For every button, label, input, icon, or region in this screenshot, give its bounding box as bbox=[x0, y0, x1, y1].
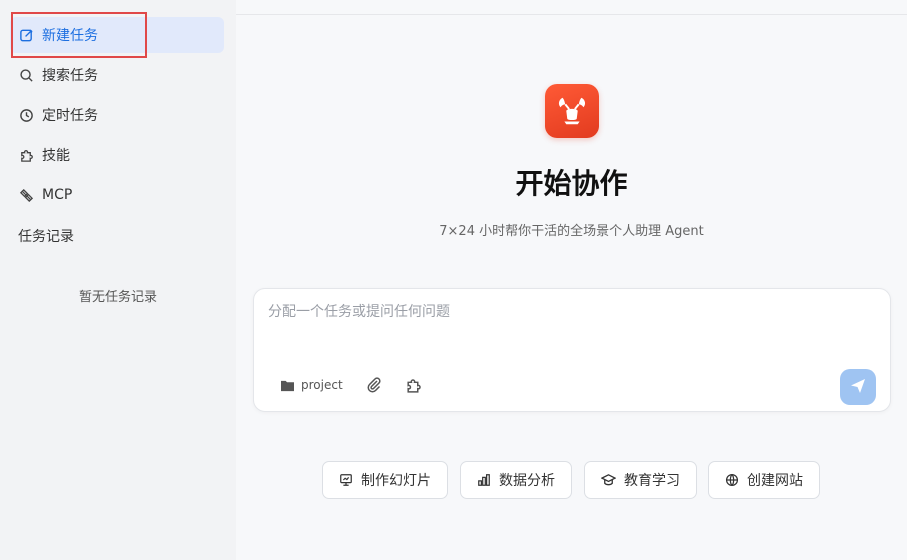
send-icon bbox=[849, 377, 867, 398]
plugin-button[interactable] bbox=[405, 375, 428, 395]
main-panel: 开始协作 7×24 小时帮你干活的全场景个人助理 Agent project bbox=[236, 0, 907, 560]
mcp-plug-icon bbox=[18, 187, 34, 203]
puzzle-icon bbox=[405, 377, 422, 394]
edit-icon bbox=[18, 27, 34, 43]
puzzle-icon bbox=[18, 147, 34, 163]
sidebar-item-new-task[interactable]: 新建任务 bbox=[10, 17, 224, 53]
clock-icon bbox=[18, 107, 34, 123]
history-title: 任务记录 bbox=[18, 229, 74, 245]
top-divider bbox=[236, 14, 907, 15]
quick-action-data-analysis[interactable]: 数据分析 bbox=[460, 461, 572, 499]
slides-icon bbox=[339, 473, 353, 487]
sidebar-item-label: 技能 bbox=[42, 148, 70, 164]
quick-action-education[interactable]: 教育学习 bbox=[584, 461, 697, 499]
project-selector[interactable]: project bbox=[280, 375, 343, 395]
paperclip-icon bbox=[366, 377, 382, 393]
search-icon bbox=[18, 67, 34, 83]
quick-action-website[interactable]: 创建网站 bbox=[708, 461, 820, 499]
empty-history-note: 暂无任务记录 bbox=[78, 290, 157, 305]
bar-chart-icon bbox=[477, 473, 491, 487]
chip-label: 创建网站 bbox=[747, 473, 803, 489]
globe-icon bbox=[725, 473, 739, 487]
chip-label: 教育学习 bbox=[624, 473, 680, 489]
sidebar-item-scheduled-task[interactable]: 定时任务 bbox=[10, 97, 224, 133]
task-composer: project bbox=[253, 288, 891, 412]
page-subtitle: 7×24 小时帮你干活的全场景个人助理 Agent bbox=[439, 224, 704, 239]
sidebar: 新建任务 搜索任务 定时任务 技能 MCP 任务记录 暂无任务记录 bbox=[0, 0, 236, 560]
app-window: 新建任务 搜索任务 定时任务 技能 MCP 任务记录 暂无任务记录 开始协作 7… bbox=[0, 0, 907, 560]
sidebar-item-label: MCP bbox=[42, 187, 73, 203]
project-label: project bbox=[301, 378, 343, 392]
send-button[interactable] bbox=[840, 369, 876, 405]
task-input[interactable] bbox=[268, 301, 868, 351]
chip-label: 制作幻灯片 bbox=[361, 473, 431, 489]
attach-button[interactable] bbox=[366, 375, 388, 395]
sidebar-item-mcp[interactable]: MCP bbox=[10, 177, 224, 213]
folder-icon bbox=[280, 379, 295, 392]
sidebar-item-label: 搜索任务 bbox=[42, 68, 98, 84]
page-title: 开始协作 bbox=[515, 167, 628, 200]
chip-label: 数据分析 bbox=[499, 473, 555, 489]
sidebar-item-label: 新建任务 bbox=[42, 28, 98, 44]
quick-action-slides[interactable]: 制作幻灯片 bbox=[322, 461, 448, 499]
sidebar-item-skills[interactable]: 技能 bbox=[10, 137, 224, 173]
sidebar-item-label: 定时任务 bbox=[42, 108, 98, 124]
lobster-logo-icon bbox=[545, 84, 599, 138]
sidebar-item-search-task[interactable]: 搜索任务 bbox=[10, 57, 224, 93]
graduation-cap-icon bbox=[601, 473, 616, 487]
